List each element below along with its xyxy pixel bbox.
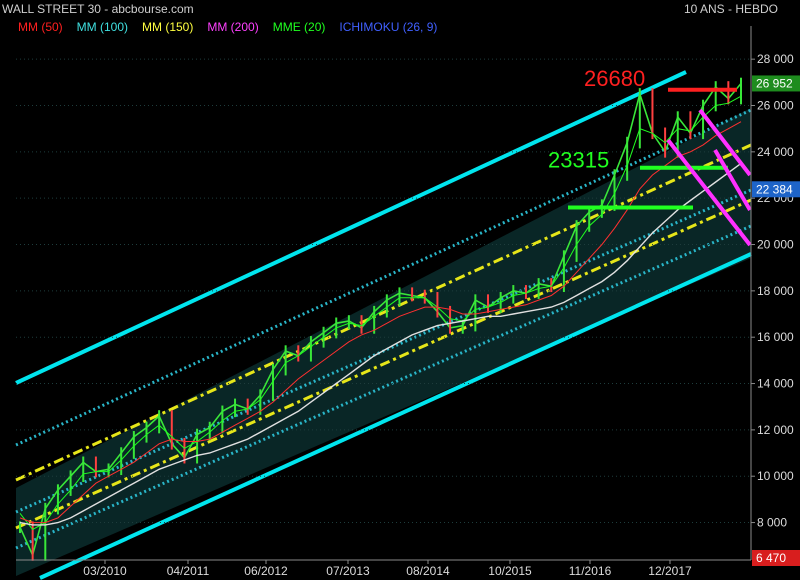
level-annotation: 26680 (584, 66, 645, 91)
chart: 28 00026 00024 00022 00020 00018 00016 0… (15, 26, 800, 580)
chart-period: 10 ANS - HEBDO (683, 2, 778, 16)
y-tick-label: 8 000 (757, 516, 787, 530)
legend-item: MM (100) (76, 20, 129, 34)
price-tag-label: 6 470 (756, 551, 786, 565)
x-axis: 03/2010 04/2011 06/2012 07/2013 08/2014 10/20… (16, 559, 751, 578)
x-tick-label: 08/2014 (406, 564, 450, 578)
chart-title: WALL STREET 30 - abcbourse.com (2, 2, 194, 16)
y-tick-label: 20 000 (757, 238, 794, 252)
y-tick-label: 24 000 (757, 145, 794, 159)
price-tag-label: 22 384 (756, 182, 793, 196)
x-tick-label: 10/2015 (488, 564, 532, 578)
legend-item: MM (50) (18, 20, 63, 34)
channel-fill (16, 108, 751, 576)
price-tag-label: 26 952 (756, 76, 793, 90)
indicator-legend: MM (50) MM (100) MM (150) MM (200) MME (20) I… (18, 20, 451, 34)
x-tick-label: 04/2011 (167, 564, 210, 578)
y-tick-label: 26 000 (757, 99, 794, 113)
y-tick-label: 14 000 (757, 377, 794, 391)
x-tick-label: 11/2016 (569, 564, 612, 578)
y-tick-label: 16 000 (757, 330, 794, 344)
x-tick-label: 07/2013 (326, 564, 370, 578)
legend-item: MME (20) (272, 20, 326, 34)
y-tick-label: 18 000 (757, 284, 794, 298)
level-annotation: 23315 (548, 148, 609, 173)
x-tick-label: 03/2010 (83, 564, 127, 578)
channel-midline (15, 198, 752, 530)
legend-item: MM (150) (142, 20, 194, 34)
x-tick-label: 06/2012 (244, 564, 288, 578)
x-tick-label: 12/2017 (648, 564, 692, 578)
y-tick-label: 12 000 (757, 423, 794, 437)
y-tick-label: 28 000 (757, 52, 794, 66)
legend-item: MM (200) (207, 20, 259, 34)
legend-item: ICHIMOKU (26, 9) (339, 20, 438, 34)
y-tick-label: 10 000 (757, 469, 794, 483)
y-axis: 28 00026 00024 00022 00020 00018 00016 0… (750, 26, 794, 560)
